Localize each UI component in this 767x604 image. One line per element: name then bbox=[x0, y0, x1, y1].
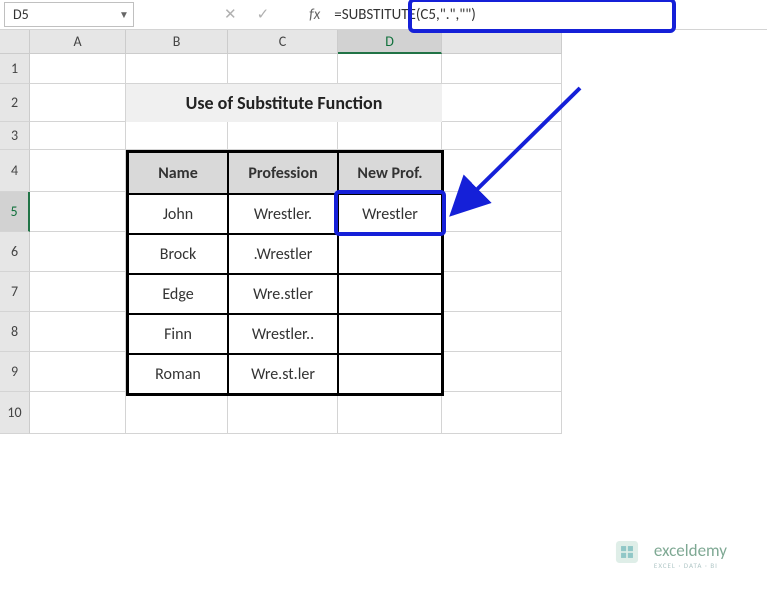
table-row: Finn Wrestler.. bbox=[128, 314, 442, 354]
cell-newprof[interactable] bbox=[338, 314, 442, 354]
table-header-newprof: New Prof. bbox=[338, 152, 442, 194]
select-all-corner[interactable] bbox=[0, 30, 30, 54]
cell-profession[interactable]: Wre.st.ler bbox=[228, 354, 338, 394]
confirm-icon[interactable]: ✓ bbox=[257, 5, 270, 24]
cell-newprof[interactable]: Wrestler bbox=[338, 194, 442, 234]
cell-name[interactable]: John bbox=[128, 194, 228, 234]
row-headers: 1 2 3 4 5 6 7 8 9 10 bbox=[0, 54, 30, 434]
fx-icon[interactable]: fx bbox=[309, 6, 320, 24]
row-header-4[interactable]: 4 bbox=[0, 150, 30, 192]
col-header-C[interactable]: C bbox=[228, 30, 338, 54]
cell-profession[interactable]: Wrestler. bbox=[228, 194, 338, 234]
row-header-1[interactable]: 1 bbox=[0, 54, 30, 84]
logo-icon bbox=[610, 535, 644, 574]
row-header-3[interactable]: 3 bbox=[0, 122, 30, 150]
data-table: Name Profession New Prof. John Wrestler.… bbox=[126, 150, 444, 396]
name-box[interactable]: D5 ▼ bbox=[4, 2, 134, 27]
cell-name[interactable]: Edge bbox=[128, 274, 228, 314]
table-row: Roman Wre.st.ler bbox=[128, 354, 442, 394]
row-header-2[interactable]: 2 bbox=[0, 84, 30, 122]
col-header-A[interactable]: A bbox=[30, 30, 126, 54]
formula-bar: D5 ▼ ✕ ✓ fx bbox=[0, 0, 767, 30]
table-row: John Wrestler. Wrestler bbox=[128, 194, 442, 234]
cell-newprof[interactable] bbox=[338, 274, 442, 314]
row-header-6[interactable]: 6 bbox=[0, 232, 30, 272]
row-header-10[interactable]: 10 bbox=[0, 392, 30, 434]
cell-grid[interactable]: Use of Substitute Function Name Professi… bbox=[30, 54, 562, 434]
col-header-extra[interactable] bbox=[442, 30, 562, 54]
watermark: exceldemy EXCEL · DATA · BI bbox=[610, 535, 727, 574]
table-row: Brock .Wrestler bbox=[128, 234, 442, 274]
row-header-5[interactable]: 5 bbox=[0, 192, 30, 232]
table-header-name: Name bbox=[128, 152, 228, 194]
col-header-D[interactable]: D bbox=[338, 30, 442, 54]
cell-name[interactable]: Roman bbox=[128, 354, 228, 394]
row-header-7[interactable]: 7 bbox=[0, 272, 30, 312]
page-title: Use of Substitute Function bbox=[126, 84, 442, 122]
cell-profession[interactable]: Wre.stler bbox=[228, 274, 338, 314]
watermark-tagline: EXCEL · DATA · BI bbox=[654, 561, 727, 570]
row-header-9[interactable]: 9 bbox=[0, 352, 30, 392]
fx-button-group: ✕ ✓ fx bbox=[224, 5, 328, 24]
watermark-brand: exceldemy bbox=[654, 540, 727, 561]
cell-newprof[interactable] bbox=[338, 354, 442, 394]
cell-name[interactable]: Brock bbox=[128, 234, 228, 274]
cell-profession[interactable]: Wrestler.. bbox=[228, 314, 338, 354]
column-headers: A B C D bbox=[30, 30, 562, 54]
row-header-8[interactable]: 8 bbox=[0, 312, 30, 352]
chevron-down-icon[interactable]: ▼ bbox=[117, 5, 131, 23]
sheet-area: 1 2 3 4 5 6 7 8 9 10 Use of Substitute F… bbox=[0, 54, 767, 434]
table-header-profession: Profession bbox=[228, 152, 338, 194]
formula-input[interactable] bbox=[328, 2, 763, 27]
cell-newprof[interactable] bbox=[338, 234, 442, 274]
cell-name[interactable]: Finn bbox=[128, 314, 228, 354]
col-header-B[interactable]: B bbox=[126, 30, 228, 54]
cancel-icon[interactable]: ✕ bbox=[224, 5, 237, 24]
cell-profession[interactable]: .Wrestler bbox=[228, 234, 338, 274]
table-row: Edge Wre.stler bbox=[128, 274, 442, 314]
name-box-value: D5 bbox=[13, 6, 29, 23]
